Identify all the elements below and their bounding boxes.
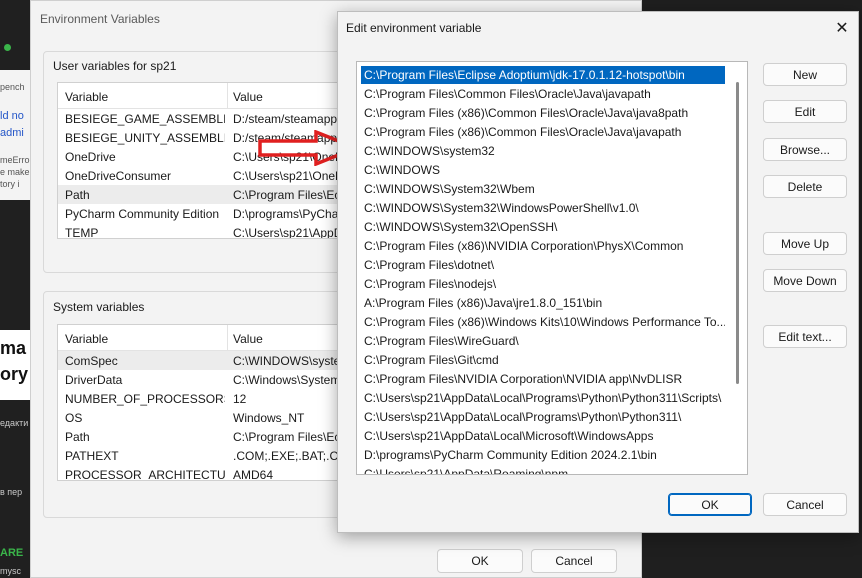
- scrollbar[interactable]: [736, 82, 739, 384]
- bg-text: ma: [0, 338, 27, 358]
- new-button[interactable]: New: [763, 63, 847, 86]
- edit-text-button[interactable]: Edit text...: [763, 325, 847, 348]
- window-title: Environment Variables: [40, 12, 160, 26]
- move-up-button[interactable]: Move Up: [763, 232, 847, 255]
- table-row[interactable]: PROCESSOR_ARCHITECTURE AMD64: [58, 465, 378, 481]
- path-item[interactable]: C:\Program Files\Common Files\Oracle\Jav…: [361, 85, 725, 103]
- status-dot-icon: [4, 44, 11, 51]
- path-item[interactable]: C:\Program Files (x86)\Common Files\Orac…: [361, 123, 725, 141]
- bg-text: tory i: [0, 179, 20, 189]
- table-row[interactable]: OS Windows_NT: [58, 408, 378, 427]
- row-variable: DriverData: [65, 373, 123, 387]
- bg-text: в пер: [0, 487, 23, 497]
- browse-button[interactable]: Browse...: [763, 138, 847, 161]
- row-variable: ComSpec: [65, 354, 118, 368]
- close-icon[interactable]: ✕: [830, 16, 854, 40]
- system-variables-label: System variables: [53, 300, 145, 314]
- path-item[interactable]: D:\programs\PyCharm Community Edition 20…: [361, 446, 725, 464]
- table-row[interactable]: DriverData C:\Windows\System: [58, 370, 378, 389]
- table-row[interactable]: BESIEGE_GAME_ASSEMBLIES D:/steam/steamapp…: [58, 109, 378, 128]
- path-item[interactable]: C:\WINDOWS\System32\Wbem: [361, 180, 725, 198]
- bg-text: pench: [0, 82, 25, 92]
- row-variable: OneDriveConsumer: [65, 169, 172, 183]
- row-variable: PROCESSOR_ARCHITECTURE: [65, 468, 225, 481]
- ok-button[interactable]: OK: [668, 493, 752, 516]
- path-item[interactable]: C:\Program Files (x86)\Windows Kits\10\W…: [361, 313, 725, 331]
- path-item[interactable]: C:\Program Files (x86)\NVIDIA Corporatio…: [361, 237, 725, 255]
- table-row-selected[interactable]: Path C:\Program Files\Ec: [58, 185, 378, 204]
- column-header-variable[interactable]: Variable: [65, 90, 108, 104]
- bg-text: admi: [0, 127, 24, 139]
- env-ok-button[interactable]: OK: [437, 549, 523, 573]
- edit-button[interactable]: Edit: [763, 100, 847, 123]
- row-variable: NUMBER_OF_PROCESSORS: [65, 392, 225, 406]
- path-item[interactable]: C:\Program Files\NVIDIA Corporation\NVID…: [361, 370, 725, 388]
- path-item-selected[interactable]: C:\Program Files\Eclipse Adoptium\jdk-17…: [361, 66, 725, 84]
- path-item[interactable]: C:\Program Files\dotnet\: [361, 256, 725, 274]
- bg-text: e make: [0, 167, 30, 177]
- table-row[interactable]: OneDriveConsumer C:\Users\sp21\OneD: [58, 166, 378, 185]
- path-item[interactable]: A:\Program Files (x86)\Java\jre1.8.0_151…: [361, 294, 725, 312]
- row-variable: PyCharm Community Edition: [65, 207, 220, 221]
- column-header-value[interactable]: Value: [233, 332, 263, 346]
- system-variables-list[interactable]: Variable Value ComSpec C:\WINDOWS\syste D…: [57, 324, 379, 481]
- path-item[interactable]: C:\WINDOWS\System32\OpenSSH\: [361, 218, 725, 236]
- path-item[interactable]: C:\Program Files (x86)\Common Files\Orac…: [361, 104, 725, 122]
- path-item[interactable]: C:\Users\sp21\AppData\Local\Microsoft\Wi…: [361, 427, 725, 445]
- row-variable: PATHEXT: [65, 449, 119, 463]
- path-item[interactable]: C:\Program Files\Git\cmd: [361, 351, 725, 369]
- table-row[interactable]: PyCharm Community Edition D:\programs\PyC…: [58, 204, 378, 223]
- list-header: Variable Value: [58, 83, 378, 109]
- table-row[interactable]: Path C:\Program Files\Ec: [58, 427, 378, 446]
- row-variable: OS: [65, 411, 83, 425]
- env-cancel-button[interactable]: Cancel: [531, 549, 617, 573]
- row-variable: BESIEGE_UNITY_ASSEMBLIES: [65, 131, 225, 145]
- bg-text: ld no: [0, 110, 24, 122]
- row-variable: Path: [65, 430, 90, 444]
- path-item[interactable]: C:\WINDOWS\system32: [361, 142, 725, 160]
- row-variable: OneDrive: [65, 150, 116, 164]
- bg-text: meErro: [0, 155, 30, 165]
- table-row[interactable]: TEMP C:\Users\sp21\AppD: [58, 223, 378, 239]
- row-variable: Path: [65, 188, 90, 202]
- list-header: Variable Value: [58, 325, 378, 351]
- column-divider[interactable]: [227, 83, 228, 108]
- path-item[interactable]: C:\Program Files\WireGuard\: [361, 332, 725, 350]
- column-divider[interactable]: [227, 325, 228, 350]
- bg-text: mysc: [0, 566, 21, 576]
- row-variable: TEMP: [65, 226, 99, 239]
- delete-button[interactable]: Delete: [763, 175, 847, 198]
- path-item[interactable]: C:\Users\sp21\AppData\Roaming\npm: [361, 465, 725, 474]
- edit-environment-variable-dialog: Edit environment variable ✕ C:\Program F…: [337, 11, 859, 533]
- table-row[interactable]: PATHEXT .COM;.EXE;.BAT;.CM: [58, 446, 378, 465]
- dialog-title: Edit environment variable: [346, 21, 482, 35]
- cancel-button[interactable]: Cancel: [763, 493, 847, 516]
- move-down-button[interactable]: Move Down: [763, 269, 847, 292]
- bg-text: ARE: [0, 547, 24, 559]
- path-item[interactable]: C:\Program Files\nodejs\: [361, 275, 725, 293]
- bg-text: ory i: [0, 364, 30, 384]
- user-variables-label: User variables for sp21: [53, 59, 177, 73]
- path-item[interactable]: C:\WINDOWS\System32\WindowsPowerShell\v1…: [361, 199, 725, 217]
- bg-text: едакти: [0, 418, 29, 428]
- path-list[interactable]: C:\Program Files\Eclipse Adoptium\jdk-17…: [356, 61, 748, 475]
- column-header-value[interactable]: Value: [233, 90, 263, 104]
- column-header-variable[interactable]: Variable: [65, 332, 108, 346]
- row-variable: BESIEGE_GAME_ASSEMBLIES: [65, 112, 225, 126]
- table-row[interactable]: NUMBER_OF_PROCESSORS 12: [58, 389, 378, 408]
- path-item[interactable]: C:\Users\sp21\AppData\Local\Programs\Pyt…: [361, 408, 725, 426]
- table-row-selected[interactable]: ComSpec C:\WINDOWS\syste: [58, 351, 378, 370]
- path-item[interactable]: C:\WINDOWS: [361, 161, 725, 179]
- path-item[interactable]: C:\Users\sp21\AppData\Local\Programs\Pyt…: [361, 389, 725, 407]
